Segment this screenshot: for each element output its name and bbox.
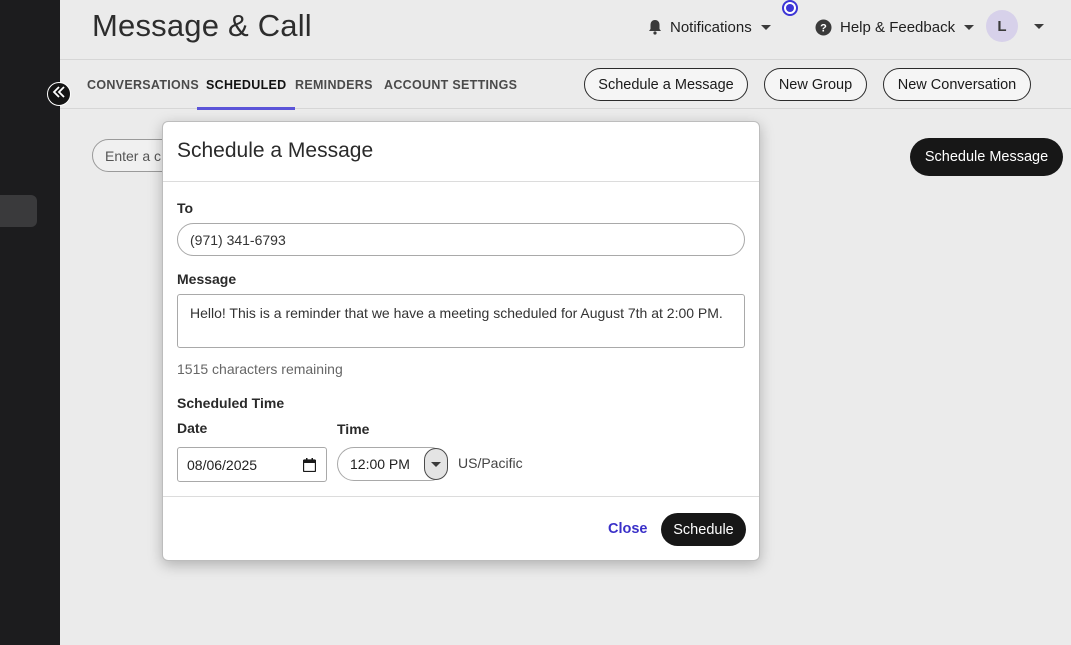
tab-account-settings[interactable]: ACCOUNT SETTINGS	[384, 60, 517, 109]
tab-conversations[interactable]: CONVERSATIONS	[87, 60, 199, 109]
schedule-message-button[interactable]: Schedule Message	[910, 138, 1063, 176]
schedule-message-dialog: Schedule a Message To (971) 341-6793 Mes…	[162, 121, 760, 561]
collapse-sidebar-button[interactable]	[47, 82, 71, 106]
time-dropdown-button[interactable]	[424, 448, 448, 480]
chevron-down-icon	[431, 461, 441, 467]
date-value: 08/06/2025	[187, 456, 258, 473]
date-label: Date	[177, 420, 208, 436]
page-title: Message & Call	[92, 8, 312, 43]
svg-text:?: ?	[820, 22, 827, 34]
notifications-label: Notifications	[670, 18, 752, 36]
message-label: Message	[177, 271, 237, 287]
timezone-label: US/Pacific	[458, 455, 523, 471]
tab-reminders[interactable]: REMINDERS	[295, 60, 373, 109]
avatar[interactable]: L	[986, 10, 1018, 42]
help-icon: ?	[815, 19, 832, 36]
chevron-down-icon[interactable]	[1034, 24, 1044, 29]
help-feedback-menu[interactable]: ? Help & Feedback	[815, 15, 975, 39]
chevron-down-icon	[760, 24, 771, 30]
notifications-menu[interactable]: Notifications	[648, 15, 771, 39]
double-chevron-left-icon	[52, 85, 66, 103]
close-button[interactable]: Close	[608, 521, 648, 537]
chevron-down-icon	[964, 24, 975, 30]
characters-remaining: 1515 characters remaining	[177, 361, 343, 377]
to-field[interactable]: (971) 341-6793	[177, 223, 745, 256]
sidebar-item-active[interactable]	[0, 195, 37, 227]
scheduled-time-label: Scheduled Time	[177, 395, 285, 411]
help-feedback-label: Help & Feedback	[840, 18, 956, 36]
calendar-icon[interactable]	[302, 458, 317, 475]
new-group-button[interactable]: New Group	[764, 68, 867, 101]
status-indicator-icon	[782, 0, 798, 16]
dialog-title: Schedule a Message	[177, 139, 374, 162]
tab-scheduled[interactable]: SCHEDULED	[197, 60, 296, 110]
date-field[interactable]: 08/06/2025	[177, 447, 327, 482]
divider	[163, 496, 759, 497]
bell-icon	[648, 19, 662, 35]
divider	[163, 181, 759, 182]
new-conversation-button[interactable]: New Conversation	[883, 68, 1031, 101]
message-textarea[interactable]: Hello! This is a reminder that we have a…	[177, 294, 745, 348]
time-label: Time	[337, 421, 370, 437]
schedule-button[interactable]: Schedule	[661, 513, 746, 546]
schedule-a-message-button[interactable]: Schedule a Message	[584, 68, 748, 101]
header: Message & Call Notifications ? Help & Fe…	[60, 0, 1071, 60]
to-label: To	[177, 200, 194, 216]
